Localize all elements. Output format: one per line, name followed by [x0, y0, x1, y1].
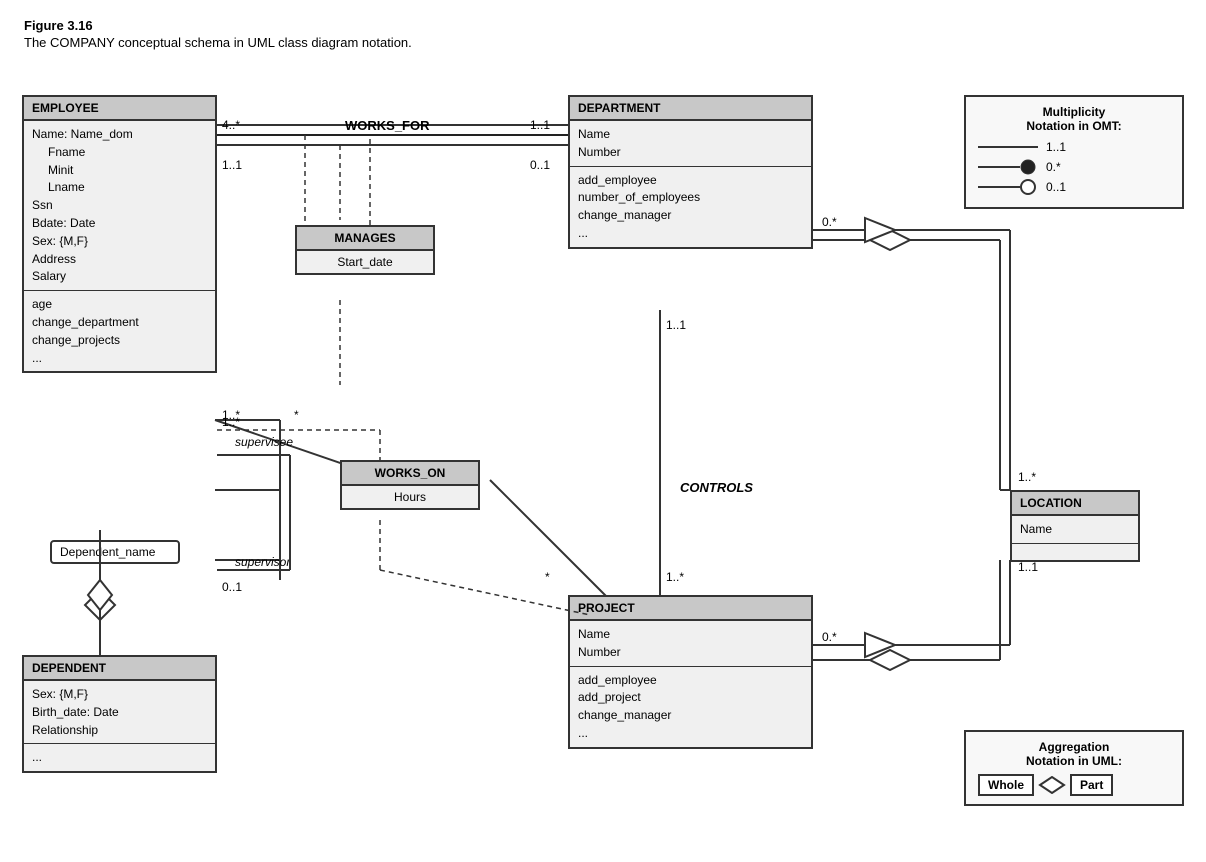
- multiplicity-legend-title: Multiplicity Notation in OMT:: [978, 105, 1170, 133]
- works-on-box: WORKS_ON Hours: [340, 460, 480, 510]
- page-container: Figure 3.16 The COMPANY conceptual schem…: [0, 0, 1206, 862]
- controls-label: CONTROLS: [680, 480, 753, 495]
- star-mult: *: [294, 408, 299, 422]
- whole-box: Whole: [978, 774, 1034, 796]
- works-on-body: Hours: [342, 486, 478, 508]
- proj-loc-mult-left: 0.*: [822, 630, 837, 644]
- manages-header: MANAGES: [297, 227, 433, 251]
- employee-class: EMPLOYEE Name: Name_dom Fname Minit Lnam…: [22, 95, 217, 373]
- department-attributes: Name Number: [570, 121, 811, 167]
- multiplicity-legend: Multiplicity Notation in OMT: 1..1 0.* 0…: [964, 95, 1184, 209]
- aggregation-legend-title: Aggregation Notation in UML:: [978, 740, 1170, 768]
- controls-mult-bottom: 1..*: [666, 570, 684, 584]
- part-box: Part: [1070, 774, 1113, 796]
- department-header: DEPARTMENT: [570, 97, 811, 121]
- mult-row-11: 1..1: [978, 139, 1170, 155]
- department-methods: add_employee number_of_employees change_…: [570, 167, 811, 247]
- manages-body: Start_date: [297, 251, 433, 273]
- works-on-mult-right: *: [545, 570, 550, 584]
- works-for-mult-left: 4..*: [222, 118, 240, 132]
- aggregation-parts: Whole Part: [978, 774, 1170, 796]
- figure-caption: The COMPANY conceptual schema in UML cla…: [24, 35, 1182, 50]
- supervisor-label: supervisor: [235, 555, 290, 569]
- manages-mult-emp: 1..1: [222, 158, 242, 172]
- employee-header: EMPLOYEE: [24, 97, 215, 121]
- mult-row-0star: 0.*: [978, 159, 1170, 175]
- dept-loc-mult-bottom: 1..1: [1018, 560, 1038, 574]
- mult-row-01: 0..1: [978, 179, 1170, 195]
- works-for-mult-right: 1..1: [530, 118, 550, 132]
- aggregation-legend: Aggregation Notation in UML: Whole Part: [964, 730, 1184, 806]
- dependent-name-attr: Dependent_name: [50, 540, 180, 564]
- dependent-header: DEPENDENT: [24, 657, 215, 681]
- project-methods: add_employee add_project change_manager …: [570, 667, 811, 747]
- dept-loc-mult-right: 1..*: [1018, 470, 1036, 484]
- project-attributes: Name Number: [570, 621, 811, 667]
- employee-attributes: Name: Name_dom Fname Minit Lname Ssn Bda…: [24, 121, 215, 291]
- location-class: LOCATION Name: [1010, 490, 1140, 562]
- works-for-label: WORKS_FOR: [345, 118, 430, 133]
- location-attributes: Name: [1012, 516, 1138, 544]
- supervisor-mult: 0..1: [222, 580, 242, 594]
- dependent-class: DEPENDENT Sex: {M,F} Birth_date: Date Re…: [22, 655, 217, 773]
- works-on-mult-left: 1..*: [222, 415, 240, 429]
- department-class: DEPARTMENT Name Number add_employee numb…: [568, 95, 813, 249]
- supervisee-label: supervisee: [235, 435, 293, 449]
- controls-mult-top: 1..1: [666, 318, 686, 332]
- works-on-header: WORKS_ON: [342, 462, 478, 486]
- manages-mult-dept: 0..1: [530, 158, 550, 172]
- dependent-methods: ...: [24, 744, 215, 771]
- location-empty: [1012, 544, 1138, 560]
- dept-loc-mult-left: 0.*: [822, 215, 837, 229]
- employee-methods: age change_department change_projects ..…: [24, 291, 215, 371]
- project-header: PROJECT: [570, 597, 811, 621]
- figure-title: Figure 3.16: [24, 18, 1182, 33]
- manages-box: MANAGES Start_date: [295, 225, 435, 275]
- dependent-attributes: Sex: {M,F} Birth_date: Date Relationship: [24, 681, 215, 744]
- project-class: PROJECT Name Number add_employee add_pro…: [568, 595, 813, 749]
- location-header: LOCATION: [1012, 492, 1138, 516]
